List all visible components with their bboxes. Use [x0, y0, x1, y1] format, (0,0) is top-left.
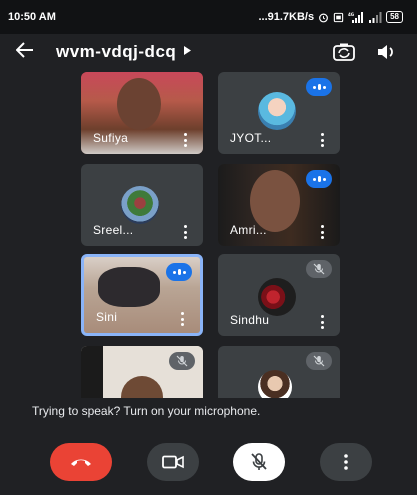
camera-button[interactable]	[147, 443, 199, 481]
battery-icon: 58	[386, 11, 403, 23]
participant-tile[interactable]	[218, 346, 340, 400]
participant-name: JYOT...	[230, 131, 272, 145]
participant-tile[interactable]: Sindhu	[218, 254, 340, 336]
more-options-icon	[344, 454, 348, 470]
more-vert-icon[interactable]	[179, 133, 191, 147]
participant-tile[interactable]: Amri...	[218, 164, 340, 246]
participant-tile[interactable]: Sufiya	[81, 72, 203, 154]
participant-tile[interactable]	[81, 346, 203, 400]
more-vert-icon[interactable]	[179, 225, 191, 239]
more-options-button[interactable]	[320, 443, 372, 481]
more-vert-icon[interactable]	[316, 315, 328, 329]
mic-off-icon	[306, 352, 332, 370]
participant-name: Sreel...	[93, 223, 134, 237]
participant-tile[interactable]: JYOT...	[218, 72, 340, 154]
participant-name: Sindhu	[230, 313, 270, 327]
switch-camera-icon[interactable]	[329, 40, 359, 64]
top-bar: wvm-vdqj-dcq	[0, 34, 417, 70]
participant-name: Sufiya	[93, 131, 129, 145]
participant-name: Sini	[96, 310, 118, 324]
net-speed: ...91.7KB/s	[258, 11, 315, 23]
signal-4g-icon: 4G	[348, 11, 364, 23]
participant-name: Amri...	[230, 223, 267, 237]
avatar	[258, 92, 296, 130]
mic-off-icon	[169, 352, 195, 370]
more-vert-icon[interactable]	[316, 225, 328, 239]
mic-hint-banner: Trying to speak? Turn on your microphone…	[14, 398, 406, 424]
avatar	[258, 278, 296, 316]
participant-face	[98, 267, 160, 307]
speaking-indicator-icon	[306, 170, 332, 188]
speaking-indicator-icon	[306, 78, 332, 96]
status-icons: ...91.7KB/s 4G 58	[258, 11, 403, 23]
camera-icon	[162, 455, 184, 469]
mic-off-icon	[251, 453, 267, 470]
more-vert-icon[interactable]	[316, 133, 328, 147]
participant-tile-active[interactable]: Sini	[81, 254, 203, 336]
speaker-icon[interactable]	[371, 40, 401, 64]
end-call-button[interactable]	[50, 443, 112, 481]
participant-face	[117, 78, 161, 130]
caret-right-icon[interactable]	[184, 46, 192, 58]
meeting-code[interactable]: wvm-vdqj-dcq	[56, 42, 176, 62]
microphone-button[interactable]	[233, 443, 285, 481]
status-bar: 10:50 AM ...91.7KB/s 4G 58	[0, 0, 417, 34]
alarm-icon	[319, 13, 329, 22]
avatar	[258, 370, 292, 400]
sim-icon	[333, 12, 344, 22]
end-call-icon	[71, 459, 91, 466]
svg-text:4G: 4G	[348, 12, 354, 17]
more-vert-icon[interactable]	[176, 312, 188, 326]
speaking-indicator-icon	[166, 263, 192, 281]
mic-off-icon	[306, 260, 332, 278]
signal-icon	[369, 11, 382, 23]
status-time: 10:50 AM	[8, 11, 56, 23]
back-arrow-icon[interactable]	[15, 41, 56, 64]
participant-tile[interactable]: Sreel...	[81, 164, 203, 246]
avatar	[121, 186, 159, 224]
